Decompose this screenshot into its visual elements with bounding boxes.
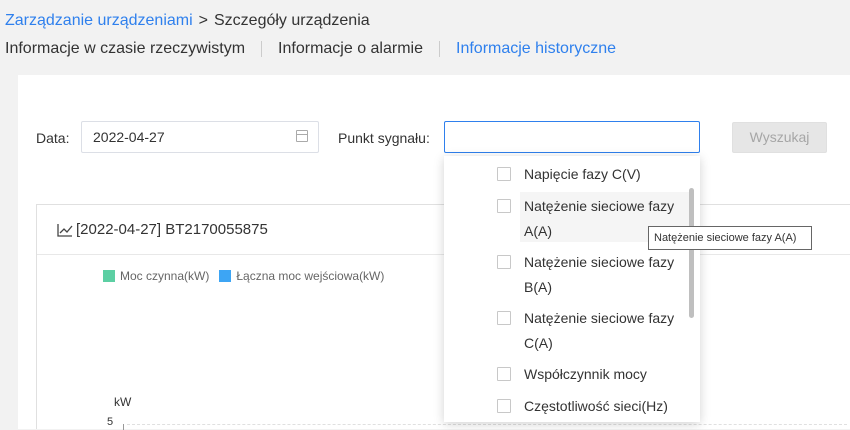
option-power-factor[interactable]: Współczynnik mocy	[444, 360, 694, 388]
signal-point-select[interactable]	[444, 121, 700, 153]
calendar-icon[interactable]	[296, 130, 308, 142]
checkbox[interactable]	[497, 167, 511, 181]
option-label: Napięcie fazy C(V)	[524, 166, 641, 182]
option-label-line1: Natężenie sieciowe fazy	[524, 254, 675, 270]
breadcrumb: Zarządzanie urządzeniami > Szczegóły urząd…	[5, 12, 370, 30]
breadcrumb-separator: >	[198, 12, 208, 29]
line-chart-icon	[57, 223, 73, 237]
option-label-line1: Natężenie sieciowe fazy	[524, 310, 675, 326]
option-label: Częstotliwość sieci(Hz)	[524, 398, 668, 414]
legend-label: Łączna moc wejściowa(kW)	[236, 269, 385, 283]
signal-point-dropdown: Napięcie fazy C(V) Natężenie sieciowe fa…	[444, 156, 700, 422]
tab-bar: Informacje w czasie rzeczywistym Informa…	[5, 40, 616, 58]
checkbox[interactable]	[497, 399, 511, 413]
y-axis-unit: kW	[114, 395, 132, 409]
dropdown-scrollbar[interactable]	[689, 188, 694, 318]
legend-swatch	[219, 270, 232, 282]
checkbox[interactable]	[497, 255, 511, 269]
option-grid-current-phase-c[interactable]: Natężenie sieciowe fazy C(A)	[444, 306, 694, 356]
legend-label: Moc czynna(kW)	[120, 269, 210, 283]
tab-divider	[261, 41, 263, 57]
option-label: Współczynnik mocy	[524, 366, 647, 382]
tab-alarm-info[interactable]: Informacje o alarmie	[278, 40, 423, 58]
checkbox[interactable]	[497, 199, 511, 213]
y-axis-tick-label: 5	[107, 416, 114, 428]
date-picker-input[interactable]: 2022-04-27	[81, 121, 319, 153]
legend-item-total-input-power[interactable]: Łączna moc wejściowa(kW)	[219, 269, 384, 283]
search-button[interactable]: Wyszukaj	[732, 122, 827, 153]
date-value: 2022-04-27	[93, 129, 165, 145]
chart-title: [2022-04-27] BT2170055875	[76, 221, 268, 238]
option-tooltip: Natężenie sieciowe fazy A(A)	[648, 226, 812, 250]
date-label: Data:	[36, 130, 70, 146]
breadcrumb-current: Szczegóły urządzenia	[214, 12, 370, 29]
grid-line	[127, 424, 847, 425]
y-axis-tick-mark	[123, 424, 124, 430]
tab-historical-info[interactable]: Informacje historyczne	[456, 40, 616, 58]
tab-divider	[439, 41, 440, 57]
option-grid-current-phase-b[interactable]: Natężenie sieciowe fazy B(A)	[444, 250, 694, 300]
option-label-line2: C(A)	[524, 335, 553, 351]
checkbox[interactable]	[497, 311, 511, 325]
legend-swatch	[103, 270, 115, 282]
tab-realtime-info[interactable]: Informacje w czasie rzeczywistym	[5, 40, 245, 58]
option-label-line1: Natężenie sieciowe fazy	[524, 198, 675, 214]
signal-point-label: Punkt sygnału:	[338, 130, 430, 146]
checkbox[interactable]	[497, 367, 511, 381]
legend-item-active-power[interactable]: Moc czynna(kW)	[103, 269, 209, 283]
chart-legend: Moc czynna(kW) Łączna moc wejściowa(kW)	[103, 269, 394, 283]
option-label-line2: B(A)	[524, 279, 552, 295]
breadcrumb-device-management-link[interactable]: Zarządzanie urządzeniami	[5, 12, 193, 29]
option-phase-c-voltage[interactable]: Napięcie fazy C(V)	[444, 160, 694, 188]
option-grid-frequency[interactable]: Częstotliwość sieci(Hz)	[444, 392, 694, 420]
